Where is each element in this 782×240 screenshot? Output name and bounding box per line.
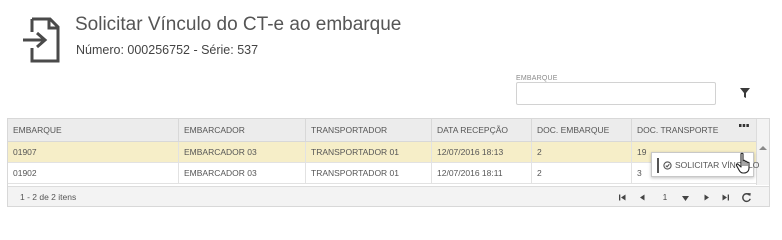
cell-data-recepcao: 12/07/2016 18:13 — [431, 142, 531, 163]
column-header-embarcador[interactable]: EMBARCADOR — [178, 119, 305, 142]
embarque-filter-input[interactable] — [516, 82, 716, 105]
column-header-data-recepcao[interactable]: DATA RECEPÇÃO — [431, 119, 531, 142]
first-page-icon[interactable] — [618, 193, 627, 202]
column-header-doc-embarque[interactable]: DOC. EMBARQUE — [531, 119, 631, 142]
column-header-transportador[interactable]: TRANSPORTADOR — [305, 119, 431, 142]
grid-header: EMBARQUE EMBARCADOR TRANSPORTADOR DATA R… — [8, 119, 769, 142]
cell-data-recepcao: 12/07/2016 18:11 — [431, 163, 531, 184]
last-page-icon[interactable] — [721, 193, 730, 202]
scroll-up-arrow-icon[interactable] — [759, 146, 767, 150]
page-select-dropdown-icon[interactable] — [681, 194, 690, 203]
filter-icon[interactable] — [739, 87, 751, 99]
grid-footer: 1 - 2 de 2 itens 1 — [8, 186, 769, 206]
document-arrow-in-icon — [23, 17, 60, 63]
cell-transportador: TRANSPORTADOR 01 — [305, 142, 431, 163]
cell-embarcador: EMBARCADOR 03 — [178, 163, 305, 184]
column-header-doc-transporte[interactable]: DOC. TRANSPORTE — [631, 119, 756, 142]
hand-cursor-icon — [735, 152, 750, 174]
pagination-info: 1 - 2 de 2 itens — [20, 192, 77, 202]
embarque-filter-label: EMBARQUE — [516, 75, 558, 82]
current-page[interactable]: 1 — [659, 187, 671, 206]
check-circle-icon — [663, 161, 672, 170]
cell-embarcador: EMBARCADOR 03 — [178, 142, 305, 163]
cell-embarque: 01907 — [13, 147, 37, 157]
page-title: Solicitar Vínculo do CT-e ao embarque — [75, 14, 402, 35]
cell-doc-embarque: 2 — [531, 163, 631, 184]
cell-embarque: 01902 — [13, 168, 37, 178]
more-options-icon[interactable] — [739, 124, 749, 128]
refresh-icon[interactable] — [741, 192, 752, 203]
cell-doc-embarque: 2 — [531, 142, 631, 163]
next-page-icon[interactable] — [702, 193, 711, 202]
column-header-embarque[interactable]: EMBARQUE — [8, 119, 178, 142]
previous-page-icon[interactable] — [638, 193, 647, 202]
page-subtitle: Número: 000256752 - Série: 537 — [76, 43, 259, 57]
cell-transportador: TRANSPORTADOR 01 — [305, 163, 431, 184]
menu-accent-bar — [657, 158, 659, 173]
